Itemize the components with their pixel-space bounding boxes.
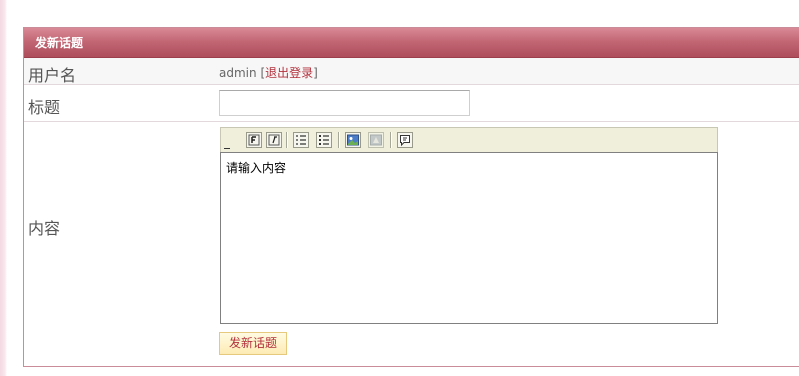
content-row: 内容 请输入内容 发新话题 xyxy=(24,122,799,366)
insert-image-icon[interactable] xyxy=(345,132,361,148)
unordered-list-icon[interactable] xyxy=(316,132,332,148)
content-textarea[interactable]: 请输入内容 xyxy=(220,152,718,324)
toolbar-handle[interactable] xyxy=(224,146,230,149)
panel-header: 发新话题 xyxy=(24,28,799,58)
insert-quote-icon[interactable] xyxy=(397,132,413,148)
toolbar-separator xyxy=(390,132,392,148)
username-row: 用户名 admin [退出登录] xyxy=(24,58,799,85)
title-row: 标题 xyxy=(24,85,799,122)
left-decorative-strip xyxy=(0,0,7,376)
toolbar-separator xyxy=(286,132,288,148)
content-editor: 请输入内容 xyxy=(220,127,718,324)
logout-link[interactable]: 退出登录 xyxy=(265,66,313,80)
username-label: 用户名 xyxy=(28,66,77,85)
title-label: 标题 xyxy=(28,98,61,117)
bold-block-icon[interactable] xyxy=(246,132,262,148)
toolbar-separator xyxy=(338,132,340,148)
page: 发新话题 用户名 admin [退出登录] 标题 内容 请输入内容 发新话题 xyxy=(0,0,799,376)
editor-toolbar xyxy=(220,127,718,152)
content-label: 内容 xyxy=(28,219,61,238)
logout-bracket-close: ] xyxy=(313,66,318,80)
ordered-list-icon[interactable] xyxy=(293,132,309,148)
insert-flash-icon[interactable] xyxy=(368,132,384,148)
new-topic-panel: 发新话题 用户名 admin [退出登录] 标题 内容 请输入内容 发新话题 xyxy=(23,27,799,367)
italic-block-icon[interactable] xyxy=(266,132,282,148)
submit-topic-button[interactable]: 发新话题 xyxy=(219,332,288,355)
username-value: admin xyxy=(219,66,257,80)
user-info: admin [退出登录] xyxy=(219,64,318,81)
title-input[interactable] xyxy=(219,90,470,116)
